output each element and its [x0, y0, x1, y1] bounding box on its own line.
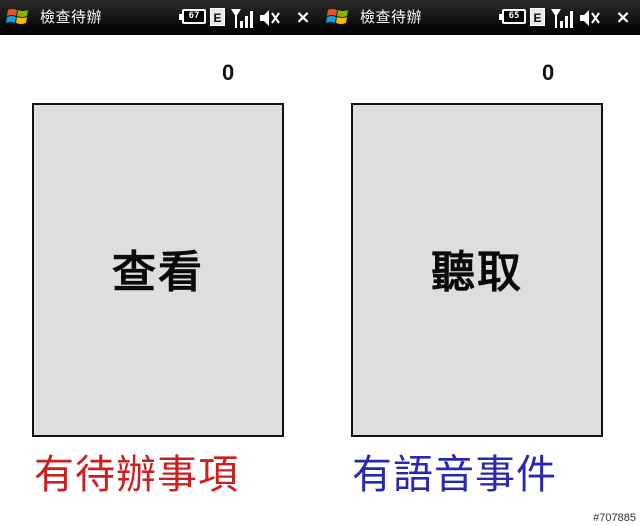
listen-button-label: 聽取: [431, 247, 523, 298]
close-icon[interactable]: ×: [612, 0, 634, 35]
signal-strength-icon[interactable]: [230, 7, 254, 29]
voice-event-count: 0: [542, 60, 555, 85]
listen-button[interactable]: 聽取: [351, 103, 603, 437]
right-title-bar: 檢查待辦 65 E ×: [320, 0, 640, 35]
todo-count: 0: [222, 60, 235, 85]
left-title-bar: 檢查待辦 67 E ×: [0, 0, 320, 35]
close-icon[interactable]: ×: [292, 0, 314, 35]
todo-caption: 有待辦事項: [34, 452, 239, 498]
view-button-label: 查看: [112, 247, 204, 298]
status-tray: 67 E ×: [0, 0, 320, 35]
speaker-muted-icon[interactable]: [578, 8, 600, 28]
battery-icon[interactable]: 67: [179, 9, 206, 24]
network-type-icon[interactable]: E: [210, 8, 225, 26]
network-type-icon[interactable]: E: [530, 8, 545, 26]
watermark: #707885: [593, 512, 636, 524]
top-bar: 檢查待辦 67 E × 檢查待辦 65 E ×: [0, 0, 640, 35]
view-button[interactable]: 查看: [32, 103, 284, 437]
battery-icon[interactable]: 65: [499, 9, 526, 24]
signal-strength-icon[interactable]: [550, 7, 574, 29]
voice-caption: 有語音事件: [352, 452, 557, 498]
speaker-muted-icon[interactable]: [258, 8, 280, 28]
status-tray: 65 E ×: [320, 0, 640, 35]
